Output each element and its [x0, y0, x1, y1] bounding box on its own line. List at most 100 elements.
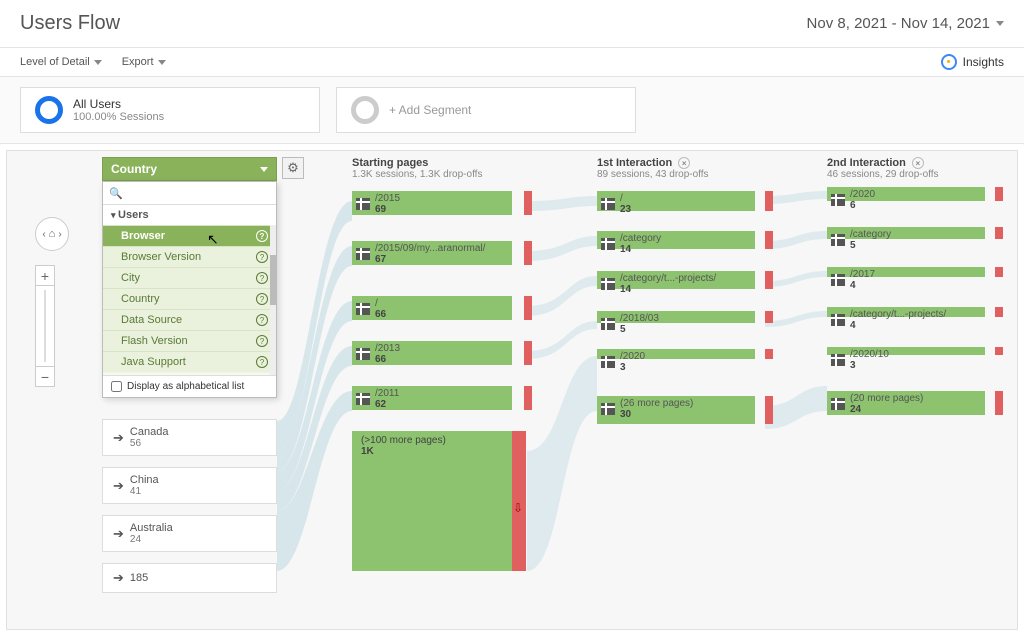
arrow-right-icon: ➔ — [113, 570, 124, 586]
column-header-starting: Starting pages 1.3K sessions, 1.3K drop-… — [352, 157, 482, 180]
dimension-selector: Country 🔍 Users Browser? Browser Version… — [102, 157, 277, 398]
flow-node[interactable]: /2018/035 — [597, 311, 765, 335]
help-icon[interactable]: ? — [256, 230, 268, 242]
insights-button[interactable]: Insights — [941, 54, 1004, 70]
insights-label: Insights — [963, 55, 1004, 69]
level-of-detail-menu[interactable]: Level of Detail — [20, 56, 102, 68]
country-row-canada[interactable]: ➔ Canada56 — [102, 419, 277, 456]
flow-node[interactable]: /201162 — [352, 386, 524, 416]
add-segment-button[interactable]: + Add Segment — [336, 87, 636, 133]
flow-node-more[interactable]: (26 more pages)30 — [597, 396, 765, 428]
help-icon[interactable]: ? — [256, 251, 268, 263]
grid-icon — [831, 314, 845, 326]
column-header-first: 1st Interaction× 89 sessions, 43 drop-of… — [597, 157, 709, 180]
zoom-in-button[interactable]: + — [36, 266, 54, 286]
alpha-label: Display as alphabetical list — [127, 381, 244, 392]
grid-icon — [356, 198, 370, 210]
flow-node[interactable]: /category/t...-projects/14 — [597, 271, 765, 297]
flow-node[interactable]: /category5 — [827, 227, 995, 251]
segment-ring-empty-icon — [351, 96, 379, 124]
flow-node-more[interactable]: (20 more pages)24 — [827, 391, 995, 419]
nav-controls: ‹ ⌂ › + − — [35, 217, 69, 387]
dimension-item-city[interactable]: City? — [103, 267, 276, 288]
chevron-right-icon: › — [58, 229, 61, 240]
grid-icon — [831, 234, 845, 246]
country-row-australia[interactable]: ➔ Australia24 — [102, 515, 277, 552]
chevron-down-icon — [260, 167, 268, 172]
flow-node[interactable]: /20206 — [827, 187, 995, 211]
settings-button[interactable]: ⚙ — [282, 157, 304, 179]
help-icon[interactable]: ? — [256, 272, 268, 284]
grid-icon — [601, 278, 615, 290]
grid-icon — [356, 393, 370, 405]
date-range-label: Nov 8, 2021 - Nov 14, 2021 — [807, 15, 990, 32]
dimension-item-language[interactable]: Language? — [103, 372, 276, 375]
dimension-header[interactable]: Country — [102, 157, 277, 181]
flow-node[interactable]: /201569 — [352, 191, 524, 221]
level-of-detail-label: Level of Detail — [20, 56, 90, 68]
dimension-item-browser[interactable]: Browser? — [103, 225, 276, 246]
close-icon[interactable]: × — [912, 157, 924, 169]
export-menu[interactable]: Export — [122, 56, 166, 68]
grid-icon — [601, 318, 615, 330]
dimension-item-country[interactable]: Country? — [103, 288, 276, 309]
grid-icon — [601, 403, 615, 415]
flow-node[interactable]: /2020/103 — [827, 347, 995, 371]
gear-icon: ⚙ — [287, 160, 299, 176]
dimension-list: Browser? Browser Version? City? Country?… — [103, 225, 276, 375]
chevron-down-icon — [158, 60, 166, 65]
grid-icon — [831, 194, 845, 206]
help-icon[interactable]: ? — [256, 335, 268, 347]
flow-node[interactable]: /2015/09/my...aranormal/67 — [352, 241, 524, 271]
arrow-down-icon: ⇩ — [513, 501, 523, 515]
dimension-item-java-support[interactable]: Java Support? — [103, 351, 276, 372]
flow-node[interactable]: /201366 — [352, 341, 524, 371]
segment-all-users[interactable]: All Users 100.00% Sessions — [20, 87, 320, 133]
grid-icon — [831, 274, 845, 286]
country-row-china[interactable]: ➔ China41 — [102, 467, 277, 504]
arrow-right-icon: ➔ — [113, 478, 124, 494]
date-range-picker[interactable]: Nov 8, 2021 - Nov 14, 2021 — [807, 15, 1004, 32]
grid-icon — [356, 303, 370, 315]
flow-node[interactable]: /20174 — [827, 267, 995, 291]
segment-ring-icon — [35, 96, 63, 124]
close-icon[interactable]: × — [678, 157, 690, 169]
page-title: Users Flow — [20, 12, 120, 35]
grid-icon — [831, 354, 845, 366]
arrow-right-icon: ➔ — [113, 430, 124, 446]
zoom-track[interactable] — [36, 286, 54, 366]
flow-node-more[interactable]: ⇩ (>100 more pages)1K — [352, 431, 512, 571]
help-icon[interactable]: ? — [256, 356, 268, 368]
flow-node[interactable]: /category/t...-projects/4 — [827, 307, 995, 331]
grid-icon — [831, 398, 845, 410]
segment-title: All Users — [73, 97, 164, 111]
scrollbar[interactable] — [270, 225, 276, 375]
zoom-out-button[interactable]: − — [36, 366, 54, 386]
help-icon[interactable]: ? — [256, 314, 268, 326]
search-icon: 🔍 — [109, 187, 123, 200]
toolbar: Level of Detail Export Insights — [0, 48, 1024, 77]
country-row-more[interactable]: ➔ 185 — [102, 563, 277, 593]
zoom-control: + − — [35, 265, 55, 387]
dimension-alpha-toggle[interactable]: Display as alphabetical list — [103, 375, 276, 397]
flow-node[interactable]: /66 — [352, 296, 524, 326]
dimension-item-flash-version[interactable]: Flash Version? — [103, 330, 276, 351]
dimension-search-input[interactable] — [127, 185, 273, 201]
dimension-item-browser-version[interactable]: Browser Version? — [103, 246, 276, 267]
alpha-checkbox[interactable] — [111, 381, 122, 392]
grid-icon — [356, 248, 370, 260]
flow-canvas[interactable]: ‹ ⌂ › + − Country 🔍 Users Browser? Brows… — [6, 150, 1018, 630]
dimension-group-users[interactable]: Users — [103, 205, 276, 225]
pan-home-control[interactable]: ‹ ⌂ › — [35, 217, 69, 251]
home-icon: ⌂ — [49, 228, 56, 240]
flow-node[interactable]: /category14 — [597, 231, 765, 257]
segment-subtitle: 100.00% Sessions — [73, 111, 164, 123]
chevron-left-icon: ‹ — [42, 229, 45, 240]
arrow-right-icon: ➔ — [113, 526, 124, 542]
help-icon[interactable]: ? — [256, 293, 268, 305]
dimension-selected: Country — [111, 162, 157, 176]
flow-node[interactable]: /23 — [597, 191, 765, 217]
grid-icon — [601, 198, 615, 210]
flow-node[interactable]: /20203 — [597, 349, 765, 373]
dimension-item-data-source[interactable]: Data Source? — [103, 309, 276, 330]
